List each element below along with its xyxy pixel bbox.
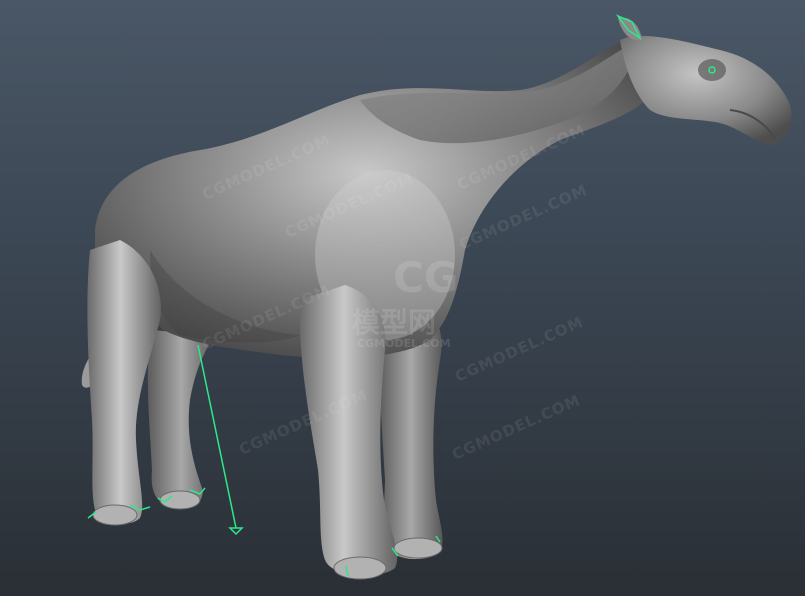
watermark-logo-letters: CG	[393, 253, 458, 302]
watermark-logo-chinese: 模型网	[352, 306, 436, 339]
watermark-text: CGMODEL.COM	[452, 313, 586, 386]
watermark-text: CGMODEL.COM	[449, 391, 583, 464]
locator-pivot[interactable]	[228, 527, 244, 536]
far-hind-leg	[147, 330, 215, 509]
animal-head	[618, 17, 792, 145]
3d-viewport[interactable]: CGMODEL.COM CGMODEL.COM CGMODEL.COM CGMO…	[0, 0, 805, 596]
watermark-logo-domain: CGMODEL.COM	[357, 337, 451, 350]
locator-line[interactable]	[197, 344, 237, 529]
viewport-canvas: CGMODEL.COM CGMODEL.COM CGMODEL.COM CGMO…	[81, 14, 792, 580]
